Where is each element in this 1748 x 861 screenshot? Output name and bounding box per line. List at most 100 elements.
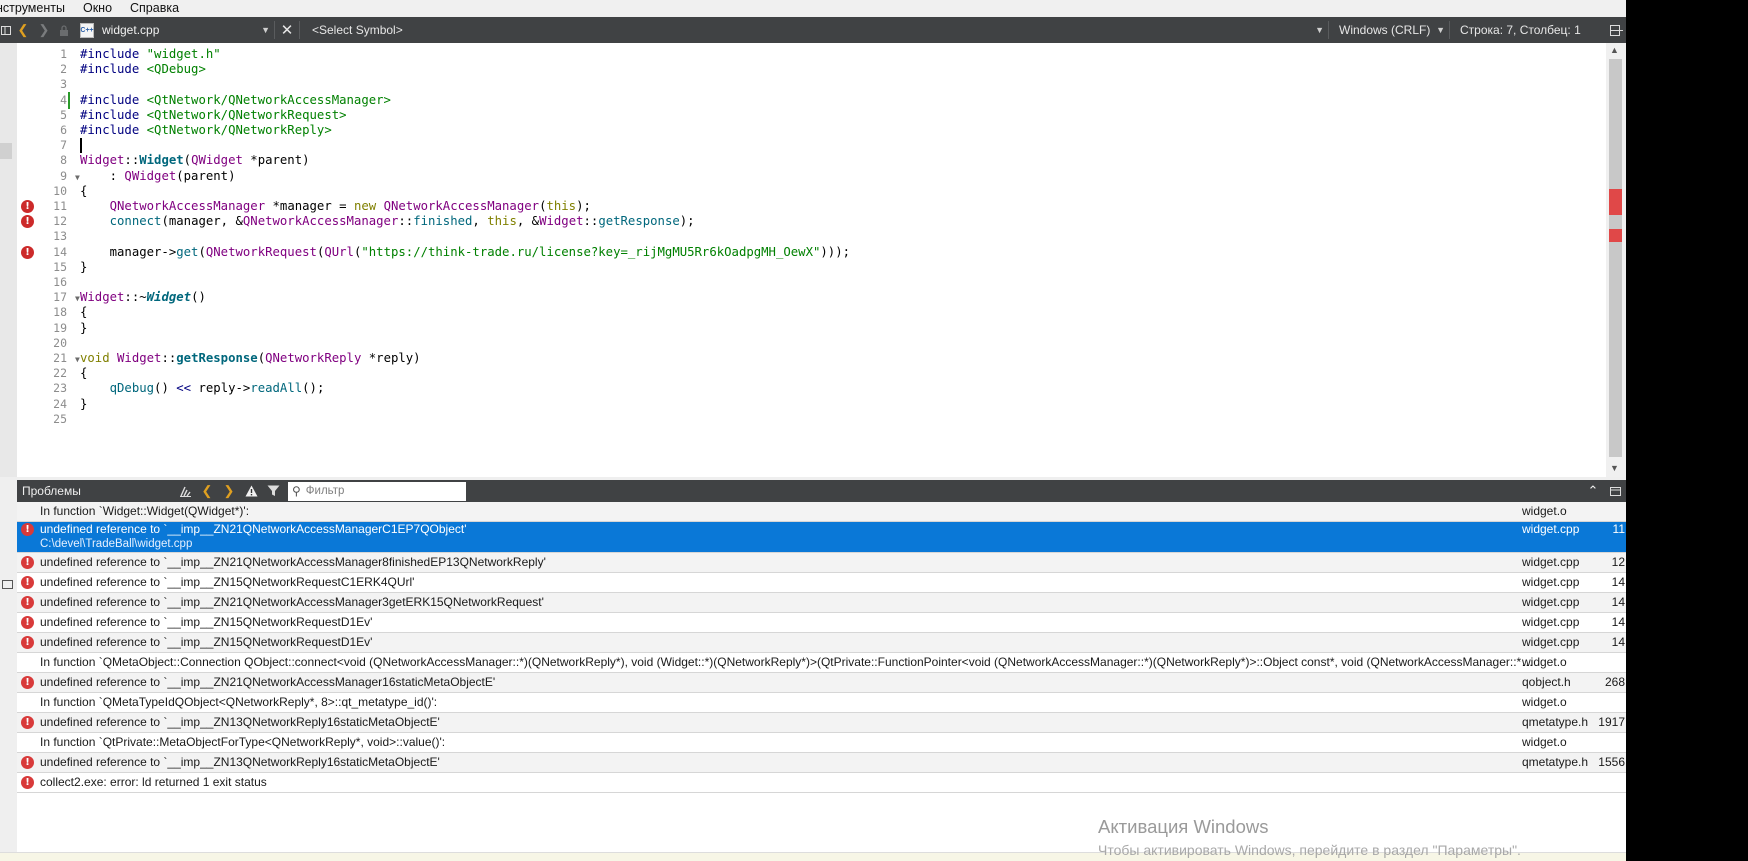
problems-list[interactable]: In function `Widget::Widget(QWidget*)': w… — [17, 502, 1626, 852]
problem-row[interactable]: ! undefined reference to `__imp__ZN21QNet… — [17, 553, 1626, 573]
error-icon: ! — [21, 556, 34, 569]
scroll-down-icon[interactable]: ▼ — [1610, 463, 1619, 473]
cpp-file-icon: C++ — [80, 22, 94, 38]
forward-arrow-icon[interactable]: ❯ — [34, 17, 54, 43]
problem-message: undefined reference to `__imp__ZN15QNetw… — [40, 635, 373, 649]
error-icon: ! — [21, 636, 34, 649]
code-line[interactable]: 25 — [17, 411, 1607, 428]
problem-line: 1556 — [1598, 755, 1625, 769]
error-icon: ! — [21, 596, 34, 609]
problem-row[interactable]: ! undefined reference to `__imp__ZN21QNet… — [17, 673, 1626, 693]
error-icon[interactable]: ! — [21, 245, 34, 259]
problem-row[interactable]: ! collect2.exe: error: ld returned 1 exit… — [17, 773, 1626, 793]
menu-bar: нструменты Окно Справка — [0, 0, 1626, 16]
problem-message: undefined reference to `__imp__ZN21QNetw… — [40, 675, 496, 689]
menu-help[interactable]: Справка — [130, 0, 187, 16]
warning-filter-icon[interactable] — [240, 480, 262, 502]
problem-row[interactable]: In function `QtPrivate::MetaObjectForTyp… — [17, 733, 1626, 753]
qt-creator-window: нструменты Окно Справка ❮ ❯ C++ widget.c… — [0, 0, 1626, 861]
line-ending-selector[interactable]: Windows (CRLF) ▼ — [1333, 23, 1445, 37]
problem-row[interactable]: In function `QMetaObject::Connection QOb… — [17, 653, 1626, 673]
maximize-pane-icon[interactable]: ⌃ — [1582, 480, 1604, 502]
activation-watermark-text: Чтобы активировать Windows, перейдите в … — [1098, 842, 1521, 858]
editor-vertical-scrollbar[interactable]: ▲ ▼ — [1606, 43, 1626, 477]
problem-file: widget.o — [1522, 655, 1567, 669]
previous-item-icon[interactable]: ❮ — [196, 480, 218, 502]
lock-icon — [54, 17, 74, 43]
error-icon: ! — [21, 523, 34, 536]
problem-message: undefined reference to `__imp__ZN21QNetw… — [40, 555, 546, 569]
problem-file: widget.cpp — [1522, 522, 1580, 536]
symbol-selector[interactable]: <Select Symbol> ▼ — [304, 17, 1324, 43]
line-ending-label: Windows (CRLF) — [1339, 23, 1431, 37]
close-pane-icon[interactable] — [1604, 480, 1626, 502]
problem-file-path: C:\devel\TradeBall\widget.cpp — [40, 538, 193, 550]
problem-file: widget.o — [1522, 695, 1567, 709]
problem-row[interactable]: ! undefined reference to `__imp__ZN13QNet… — [17, 753, 1626, 773]
problem-row[interactable]: ! undefined reference to `__imp__ZN21QNet… — [17, 593, 1626, 613]
scroll-up-icon[interactable]: ▲ — [1610, 45, 1619, 55]
problem-file: widget.cpp — [1522, 595, 1580, 609]
next-item-icon[interactable]: ❯ — [218, 480, 240, 502]
problem-line: 11 — [1612, 522, 1625, 536]
chevron-down-icon: ▼ — [1315, 25, 1324, 35]
menu-window[interactable]: Окно — [83, 0, 120, 16]
problems-pane-toolbar: Проблемы ❮ ❯ ⚲ Фильтр ⌃ — [17, 480, 1626, 502]
search-icon: ⚲ — [292, 484, 301, 498]
back-arrow-icon[interactable]: ❮ — [12, 17, 34, 43]
problem-message: undefined reference to `__imp__ZN21QNetw… — [40, 522, 467, 536]
toolbar-separator — [299, 21, 300, 39]
problem-file: qobject.h — [1522, 675, 1571, 689]
problem-row[interactable]: In function `Widget::Widget(QWidget*)': w… — [17, 502, 1626, 522]
close-document-icon[interactable]: ✕ — [279, 17, 295, 43]
mode-sidebar-strip — [0, 43, 17, 477]
symbol-label: <Select Symbol> — [312, 23, 403, 37]
problem-message: undefined reference to `__imp__ZN15QNetw… — [40, 575, 415, 589]
toggle-sidebar-icon[interactable] — [0, 17, 12, 43]
problem-row[interactable]: ! undefined reference to `__imp__ZN15QNet… — [17, 633, 1626, 653]
problem-message: undefined reference to `__imp__ZN21QNetw… — [40, 595, 544, 609]
clean-icon[interactable] — [174, 480, 196, 502]
problem-line: 14 — [1611, 615, 1625, 629]
problem-file: widget.cpp — [1522, 635, 1580, 649]
error-icon: ! — [21, 716, 34, 729]
line-number: 25 — [53, 411, 67, 426]
chevron-down-icon: ▼ — [1436, 25, 1445, 35]
error-icon: ! — [21, 756, 34, 769]
problem-message: collect2.exe: error: ld returned 1 exit … — [40, 775, 267, 789]
problem-row[interactable]: ! undefined reference to `__imp__ZN13QNet… — [17, 713, 1626, 733]
problem-line: 14 — [1611, 635, 1625, 649]
filter-input[interactable]: ⚲ Фильтр — [288, 481, 466, 501]
editor-toolbar: ❮ ❯ C++ widget.cpp ▼ ✕ <Select Symbol> ▼… — [0, 17, 1626, 43]
error-marker[interactable] — [1609, 229, 1622, 242]
filter-icon[interactable] — [262, 480, 284, 502]
problem-row[interactable]: In function `QMetaTypeIdQObject<QNetwork… — [17, 693, 1626, 713]
error-icon[interactable]: ! — [21, 200, 34, 213]
problem-message: undefined reference to `__imp__ZN13QNetw… — [40, 715, 440, 729]
error-icon: ! — [21, 776, 34, 789]
problem-file: widget.o — [1522, 735, 1567, 749]
problem-message: undefined reference to `__imp__ZN15QNetw… — [40, 615, 373, 629]
file-selector[interactable]: C++ widget.cpp ▼ — [74, 17, 270, 43]
problem-row[interactable]: ! undefined reference to `__imp__ZN15QNet… — [17, 573, 1626, 593]
scrollbar-thumb[interactable] — [1609, 59, 1622, 457]
error-icon: ! — [21, 676, 34, 689]
problem-file: qmetatype.h — [1522, 755, 1589, 769]
code-editor[interactable]: 1 #include "widget.h" 2 #include <QDebug> 3 4… — [17, 43, 1626, 477]
problems-pane-title: Проблемы — [22, 484, 81, 498]
problem-line: 14 — [1611, 595, 1625, 609]
error-icon: ! — [21, 576, 34, 589]
split-view-icon[interactable] — [1606, 17, 1626, 43]
activation-watermark-title: Активация Windows — [1098, 816, 1269, 837]
problem-row[interactable]: ! undefined reference to `__imp__ZN21QNet… — [17, 522, 1626, 553]
problem-row[interactable]: ! undefined reference to `__imp__ZN15QNet… — [17, 613, 1626, 633]
panel-toggle-icon[interactable] — [2, 580, 13, 589]
problem-line: 268 — [1604, 675, 1625, 689]
toolbar-separator — [274, 21, 275, 39]
menu-tools[interactable]: нструменты — [0, 0, 73, 16]
toolbar-separator — [1328, 21, 1329, 39]
filter-placeholder: Фильтр — [305, 485, 345, 497]
problem-file: widget.o — [1522, 504, 1567, 518]
cursor-position[interactable]: Строка: 7, Столбец: 1 — [1454, 23, 1604, 37]
error-marker[interactable] — [1609, 189, 1622, 215]
